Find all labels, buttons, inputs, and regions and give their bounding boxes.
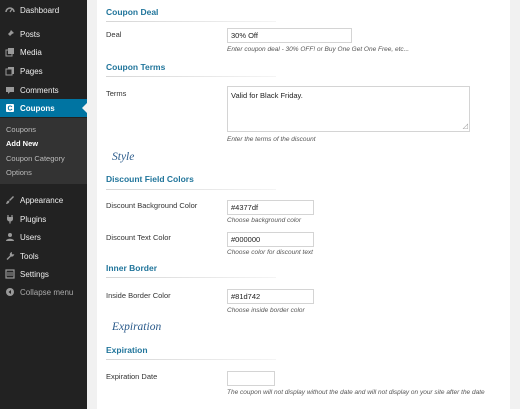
collapse-label: Collapse menu <box>20 287 74 297</box>
users-icon <box>5 232 15 242</box>
menu-tools[interactable]: Tools <box>0 247 87 265</box>
submenu-coupons[interactable]: Coupons <box>6 125 36 134</box>
menu-label: Dashboard <box>20 5 60 15</box>
collapse-icon <box>5 287 15 297</box>
expiration-date-input[interactable] <box>227 371 275 386</box>
plugin-icon <box>5 214 15 224</box>
menu-label: Posts <box>20 29 41 39</box>
menu-label: Settings <box>20 269 49 279</box>
expiration-date-label: Expiration Date <box>106 372 158 381</box>
wrench-icon <box>5 251 15 261</box>
coupon-form-panel: Coupon Deal Deal 30% Off Enter coupon de… <box>97 0 510 409</box>
resize-grip-icon[interactable]: ◿ <box>463 122 468 130</box>
discount-bg-color-input[interactable]: #4377df <box>227 200 314 215</box>
discount-text-color-help: Choose color for discount text <box>227 249 313 256</box>
menu-media[interactable]: Media <box>0 43 87 61</box>
discount-text-color-input[interactable]: #000000 <box>227 232 314 247</box>
section-heading-coupon-terms: Coupon Terms <box>106 62 166 72</box>
dashboard-icon <box>5 5 15 15</box>
menu-label: Tools <box>20 251 39 261</box>
menu-label: Comments <box>20 85 59 95</box>
style-title: Style <box>112 151 135 163</box>
pin-icon <box>5 29 15 39</box>
terms-value: Valid for Black Friday. <box>231 91 303 100</box>
menu-posts[interactable]: Posts <box>0 25 87 43</box>
menu-plugins[interactable]: Plugins <box>0 210 87 228</box>
expiration-title: Expiration <box>112 321 162 333</box>
menu-users[interactable]: Users <box>0 228 87 246</box>
deal-label: Deal <box>106 30 122 39</box>
menu-label: Appearance <box>20 195 64 205</box>
inside-border-color-label: Inside Border Color <box>106 291 171 300</box>
brush-icon <box>5 195 15 205</box>
admin-sidebar: Dashboard Posts Media Pages Comments C C… <box>0 0 87 409</box>
section-heading-coupon-deal: Coupon Deal <box>106 7 159 17</box>
discount-bg-color-help: Choose background color <box>227 217 302 224</box>
expiration-date-help: The coupon will not display without the … <box>227 389 485 396</box>
coupons-submenu: Coupons Add New Coupon Category Options <box>0 118 87 184</box>
svg-text:C: C <box>7 106 12 113</box>
submenu-add-new[interactable]: Add New <box>6 139 38 148</box>
comments-icon <box>5 85 15 95</box>
terms-help-text: Enter the terms of the discount <box>227 136 316 143</box>
menu-label: Plugins <box>20 214 47 224</box>
section-divider <box>106 189 276 190</box>
discount-text-color-label: Discount Text Color <box>106 233 171 242</box>
menu-appearance[interactable]: Appearance <box>0 191 87 209</box>
section-heading-inner-border: Inner Border <box>106 263 158 273</box>
menu-comments[interactable]: Comments <box>0 81 87 99</box>
section-divider <box>106 359 276 360</box>
menu-coupons[interactable]: C Coupons <box>0 99 87 117</box>
menu-dashboard[interactable]: Dashboard <box>0 1 87 19</box>
menu-label: Pages <box>20 66 43 76</box>
inside-border-color-help: Choose inside border color <box>227 307 305 314</box>
menu-label: Users <box>20 232 41 242</box>
coupon-icon: C <box>5 103 15 113</box>
section-divider <box>106 76 276 77</box>
deal-input[interactable]: 30% Off <box>227 28 352 43</box>
settings-icon <box>5 269 15 279</box>
pages-icon <box>5 66 15 76</box>
section-divider <box>106 21 276 22</box>
menu-label: Media <box>20 47 42 57</box>
submenu-options[interactable]: Options <box>6 168 32 177</box>
section-heading-expiration: Expiration <box>106 345 148 355</box>
menu-label: Coupons <box>20 103 55 113</box>
section-divider <box>106 277 276 278</box>
section-heading-discount-colors: Discount Field Colors <box>106 174 194 184</box>
discount-bg-color-label: Discount Background Color <box>106 201 198 210</box>
collapse-menu-button[interactable]: Collapse menu <box>0 283 87 301</box>
inside-border-color-input[interactable]: #81d742 <box>227 289 314 304</box>
terms-textarea[interactable]: Valid for Black Friday. ◿ <box>227 86 470 132</box>
menu-pages[interactable]: Pages <box>0 62 87 80</box>
terms-label: Terms <box>106 89 127 98</box>
menu-settings[interactable]: Settings <box>0 265 87 283</box>
submenu-coupon-category[interactable]: Coupon Category <box>6 154 65 163</box>
media-icon <box>5 47 15 57</box>
deal-help-text: Enter coupon deal - 30% OFF! or Buy One … <box>227 46 410 53</box>
